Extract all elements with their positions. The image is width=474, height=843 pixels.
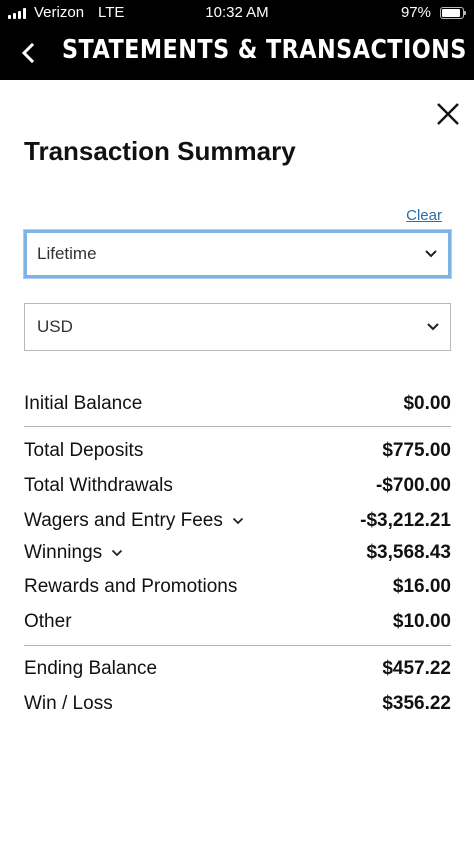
wagers-value: -$3,212.21 [360, 510, 451, 531]
wagers-label: Wagers and Entry Fees [24, 510, 223, 531]
ending-balance-row: Ending Balance $457.22 [24, 658, 451, 684]
total-withdrawals-row: Total Withdrawals -$700.00 [24, 475, 451, 501]
total-deposits-value: $775.00 [382, 440, 451, 461]
initial-balance-label: Initial Balance [24, 393, 143, 414]
winnings-row[interactable]: Winnings $3,568.43 [24, 542, 451, 568]
win-loss-value: $356.22 [382, 693, 451, 714]
chevron-down-icon [425, 250, 437, 258]
clear-filters-link[interactable]: Clear [406, 207, 442, 224]
other-row: Other $10.00 [24, 611, 451, 637]
back-button[interactable] [14, 38, 44, 68]
winnings-value: $3,568.43 [366, 542, 451, 563]
total-deposits-row: Total Deposits $775.00 [24, 440, 451, 466]
total-withdrawals-label: Total Withdrawals [24, 475, 173, 496]
chevron-down-icon [427, 323, 439, 331]
rewards-label: Rewards and Promotions [24, 576, 238, 597]
total-withdrawals-value: -$700.00 [375, 475, 451, 496]
divider [24, 645, 451, 646]
close-button[interactable] [434, 100, 462, 128]
page-header-title: STATEMENTS & TRANSACTIONS [62, 35, 467, 65]
close-icon [437, 103, 459, 125]
panel-title: Transaction Summary [24, 136, 296, 166]
battery-percent: 97% [400, 4, 431, 21]
battery-icon [440, 7, 466, 19]
ending-balance-label: Ending Balance [24, 658, 158, 679]
wagers-row[interactable]: Wagers and Entry Fees -$3,212.21 [24, 510, 451, 536]
rewards-value: $16.00 [392, 576, 451, 597]
other-label: Other [24, 611, 72, 632]
app-header: STATEMENTS & TRANSACTIONS [0, 26, 474, 80]
other-value: $10.00 [392, 611, 451, 632]
initial-balance-value: $0.00 [403, 393, 451, 414]
divider [24, 426, 451, 427]
currency-select-value: USD [37, 317, 73, 336]
period-select-value: Lifetime [37, 244, 97, 263]
winnings-label: Winnings [24, 542, 103, 563]
chevron-down-icon[interactable] [111, 549, 123, 557]
chevron-down-icon[interactable] [232, 517, 244, 525]
status-bar: Verizon LTE 10:32 AM 97% [0, 0, 474, 26]
currency-select[interactable]: USD [24, 303, 451, 351]
ending-balance-value: $457.22 [382, 658, 451, 679]
total-deposits-label: Total Deposits [24, 440, 144, 461]
initial-balance-row: Initial Balance $0.00 [24, 393, 451, 419]
chevron-left-icon [21, 42, 35, 64]
rewards-row: Rewards and Promotions $16.00 [24, 576, 451, 602]
win-loss-row: Win / Loss $356.22 [24, 693, 451, 719]
win-loss-label: Win / Loss [24, 693, 113, 714]
period-select[interactable]: Lifetime [24, 230, 451, 278]
